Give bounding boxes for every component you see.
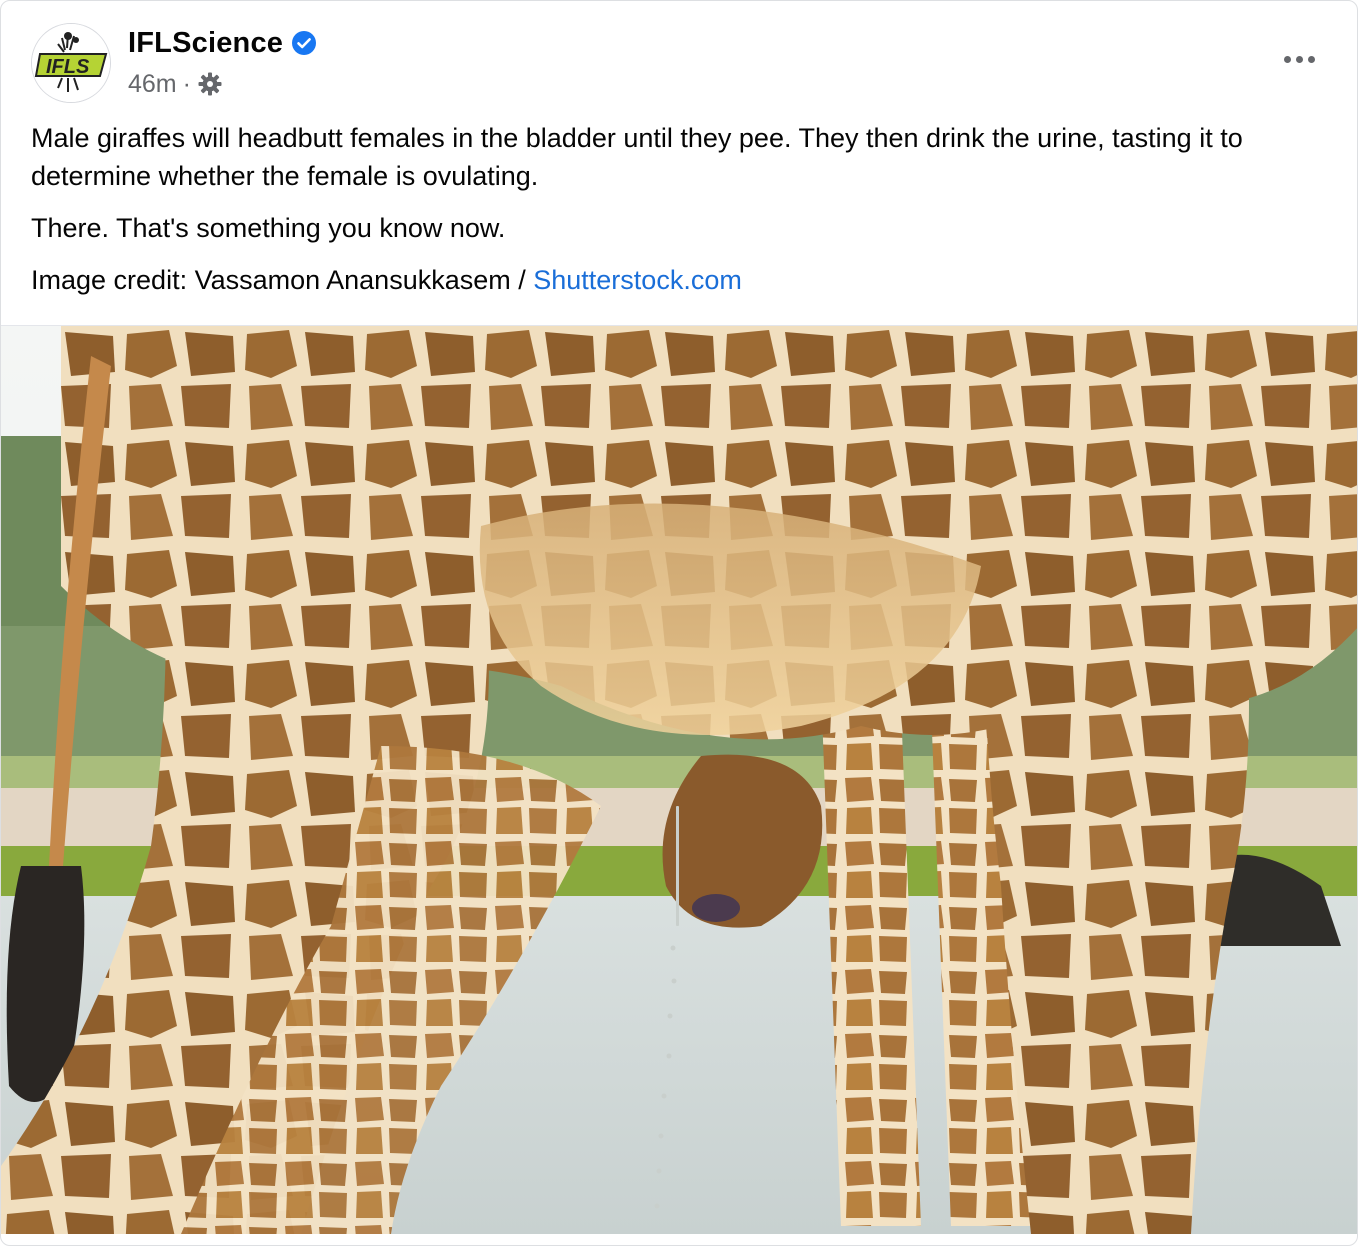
verified-badge-icon: [291, 30, 317, 56]
more-options-button[interactable]: [1275, 39, 1323, 79]
post-timestamp[interactable]: 46m: [128, 70, 177, 99]
logo-lettering: IFLS: [46, 56, 90, 78]
ifls-logo: IFLS: [32, 24, 110, 102]
image-credit: Image credit: Vassamon Anansukkasem / Sh…: [31, 261, 1297, 299]
page-name-row: IFLScience: [128, 25, 317, 61]
page-avatar[interactable]: IFLS: [31, 23, 111, 103]
credit-prefix: Image credit: Vassamon Anansukkasem /: [31, 265, 534, 295]
giraffe-photo: [1, 326, 1357, 1234]
more-dot-icon: [1283, 55, 1291, 63]
more-dot-icon: [1307, 55, 1315, 63]
post-meta: 46m ·: [128, 67, 223, 101]
meta-separator: ·: [182, 69, 191, 98]
gear-icon[interactable]: [197, 71, 223, 97]
post-text: Male giraffes will headbutt females in t…: [31, 119, 1297, 313]
shutterstock-link[interactable]: Shutterstock.com: [533, 265, 742, 295]
post-photo[interactable]: [1, 325, 1357, 1234]
post-paragraph: Male giraffes will headbutt females in t…: [31, 123, 1243, 191]
more-dot-icon: [1295, 55, 1303, 63]
post-paragraph: There. That's something you know now.: [31, 213, 506, 243]
post-card: IFLS IFLScience 46m · Male giraffes will…: [0, 0, 1358, 1246]
page-name-link[interactable]: IFLScience: [128, 27, 283, 60]
post-header: IFLS IFLScience 46m ·: [31, 23, 1327, 103]
